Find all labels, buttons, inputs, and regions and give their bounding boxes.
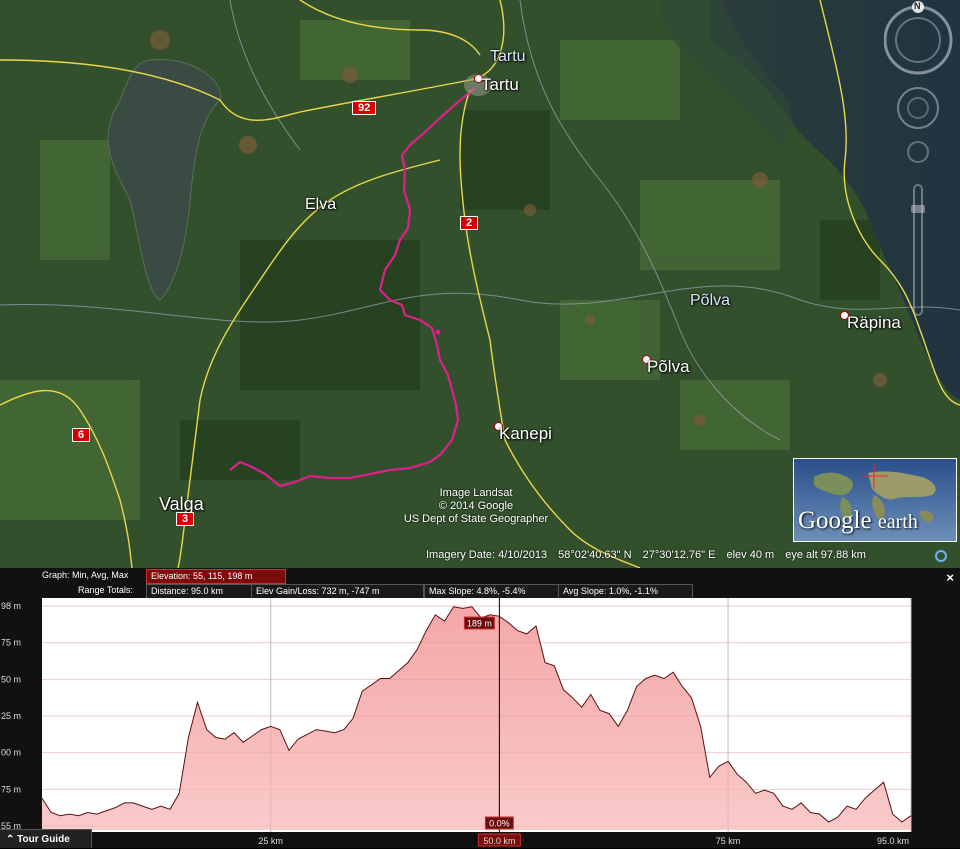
x-tick-label: 95.0 km [877,836,909,846]
attribution-line-1: Image Landsat [439,487,513,499]
look-joystick[interactable] [897,87,939,129]
tour-guide-button[interactable]: ⌃ Tour Guide [0,829,92,848]
logo-wordmark: Google earth [798,507,918,535]
y-tick-label: 75 m [1,638,21,648]
imagery-date: Imagery Date: 4/10/2013 [426,549,548,561]
elev-gain-loss-box: Elev Gain/Loss: 732 m, -747 m [251,584,424,599]
y-axis-ticks: 98 m75 m50 m25 m00 m75 m55 m [1,601,21,831]
y-tick-label: 00 m [1,748,21,758]
city-label-tartu[interactable]: Tartu [481,75,519,95]
longitude-readout: 27°30'12.76" E [642,549,716,561]
zoom-slider[interactable] [911,184,925,316]
avg-slope-box: Avg Slope: 1.0%, -1.1% [558,584,693,599]
town-label-polva[interactable]: Põlva [647,357,690,377]
cursor-slope-label: 0.0% [489,819,510,829]
graph-info-header: Graph: Min, Avg, Max Elevation: 55, 115,… [0,568,960,599]
town-label-kanepi[interactable]: Kanepi [499,424,552,444]
elevation-readout: elev 40 m [726,549,775,561]
nav-controls-graphic [883,1,953,316]
y-tick-label: 75 m [1,784,21,794]
road-shield-6: 6 [72,428,91,442]
logo-earth-text: earth [877,511,918,533]
latitude-readout: 58°02'40.63" N [558,549,632,561]
x-tick-label: 25 km [258,836,283,846]
tour-guide-label: Tour Guide [17,834,70,845]
region-label-polva: Põlva [690,292,731,309]
logo-google-text: Google [798,507,872,534]
road-shield-92: 92 [352,101,377,115]
max-slope-box: Max Slope: 4.8%, -5.4% [424,584,559,599]
x-tick-label: 75 km [716,836,741,846]
cursor-elevation-label: 189 m [467,619,492,629]
streaming-status-icon [935,550,947,562]
chevron-up-icon: ⌃ [6,834,15,845]
compass-north-label: N [914,1,921,11]
distance-box: Distance: 95.0 km [146,584,252,599]
eye-altitude-readout: eye alt 97.88 km [785,549,866,561]
x-tick-label: 50.0 km [483,836,515,846]
region-label-tartu: Tartu [490,48,526,65]
range-totals-label: Range Totals: [78,585,133,595]
graph-label: Graph: Min, Avg, Max [42,570,129,580]
attribution-line-3: US Dept of State Geographer [403,513,549,525]
imagery-attribution: Image Landsat © 2014 Google US Dept of S… [396,487,556,526]
road-shield-2: 2 [460,216,479,230]
road-shield-3: 3 [176,512,195,526]
elevation-chart[interactable]: 98 m75 m50 m25 m00 m75 m55 m 25 km 50.0 k… [0,598,960,848]
town-label-elva[interactable]: Elva [305,196,336,214]
google-earth-logo: Google earth [793,458,957,542]
attribution-line-2: © 2014 Google [438,500,514,512]
navigation-controls: N [883,0,960,420]
x-axis-ticks: 25 km 50.0 km 75 km 95.0 km [258,833,909,847]
move-joystick[interactable] [907,141,929,163]
map-view[interactable]: Tartu Tartu Elva Põlva Põlva Räpina Kane… [0,0,960,568]
elevation-profile-panel: Graph: Min, Avg, Max Elevation: 55, 115,… [0,568,960,848]
y-tick-label: 98 m [1,601,21,611]
map-status-bar: Imagery Date: 4/10/2013 58°02'40.63" N 2… [426,549,874,561]
y-tick-label: 50 m [1,674,21,684]
elevation-stats-box: Elevation: 55, 115, 198 m [146,569,286,584]
close-profile-button[interactable]: × [946,570,954,585]
compass-ring[interactable] [883,1,953,75]
y-tick-label: 25 m [1,711,21,721]
